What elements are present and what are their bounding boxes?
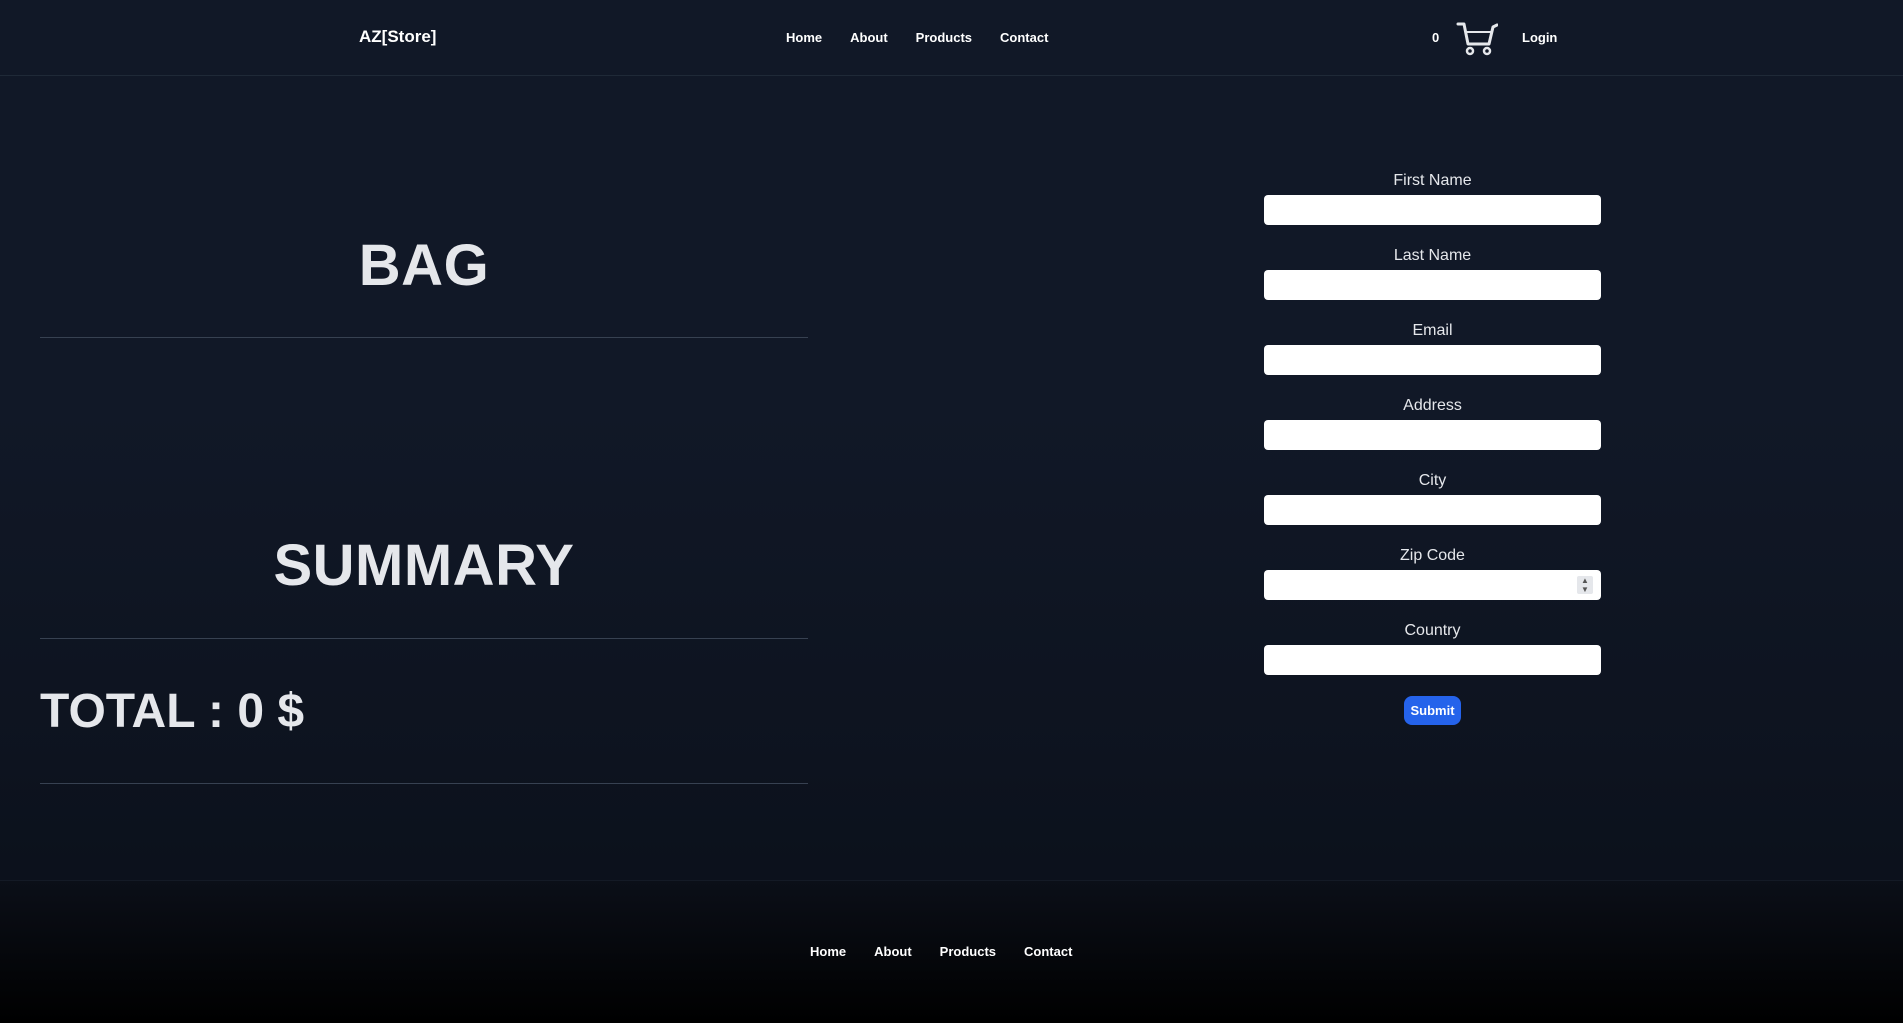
city-input[interactable] <box>1264 495 1601 525</box>
country-label: Country <box>1404 622 1461 639</box>
city-label: City <box>1418 472 1447 489</box>
summary-divider <box>40 638 808 639</box>
country-field: Country <box>1264 620 1601 695</box>
address-input[interactable] <box>1264 420 1601 450</box>
nav-contact-link[interactable]: Contact <box>1000 30 1048 45</box>
zip-code-input[interactable]: ▲ ▼ <box>1264 570 1601 600</box>
cart-icon[interactable] <box>1456 20 1498 56</box>
address-field: Address <box>1264 395 1601 470</box>
address-label: Address <box>1403 397 1462 414</box>
last-name-label: Last Name <box>1393 247 1472 264</box>
last-name-input[interactable] <box>1264 270 1601 300</box>
bag-title: BAG <box>358 233 490 298</box>
nav-products-link[interactable]: Products <box>916 30 972 45</box>
footer-contact-link[interactable]: Contact <box>1024 944 1072 959</box>
cart-count: 0 <box>1432 30 1440 45</box>
first-name-input[interactable] <box>1264 195 1601 225</box>
country-input[interactable] <box>1264 645 1601 675</box>
email-field: Email <box>1264 320 1601 395</box>
email-input[interactable] <box>1264 345 1601 375</box>
checkout-form: First Name Last Name Email Address City … <box>1264 170 1601 725</box>
city-field: City <box>1264 470 1601 545</box>
footer-nav: Home About Products Contact <box>810 944 1100 959</box>
bag-divider <box>40 337 808 338</box>
brand-logo[interactable]: AZ[Store] <box>359 27 436 47</box>
last-name-field: Last Name <box>1264 245 1601 320</box>
first-name-label: First Name <box>1393 172 1472 189</box>
zip-code-field: Zip Code ▲ ▼ <box>1264 545 1601 620</box>
nav-about-link[interactable]: About <box>850 30 888 45</box>
total-amount: TOTAL : 0 $ <box>40 685 305 738</box>
zip-code-label: Zip Code <box>1400 547 1465 564</box>
header-nav: Home About Products Contact <box>786 30 1076 45</box>
footer-about-link[interactable]: About <box>874 944 912 959</box>
email-label: Email <box>1412 322 1453 339</box>
site-footer: Home About Products Contact <box>0 880 1903 1023</box>
first-name-field: First Name <box>1264 170 1601 245</box>
nav-home-link[interactable]: Home <box>786 30 822 45</box>
total-divider <box>40 783 808 784</box>
footer-products-link[interactable]: Products <box>940 944 996 959</box>
site-header: AZ[Store] Home About Products Contact 0 … <box>0 0 1903 76</box>
summary-title: SUMMARY <box>273 533 575 598</box>
footer-home-link[interactable]: Home <box>810 944 846 959</box>
number-spinner[interactable]: ▲ ▼ <box>1577 576 1593 594</box>
submit-button[interactable]: Submit <box>1404 696 1461 725</box>
login-link[interactable]: Login <box>1522 30 1557 45</box>
